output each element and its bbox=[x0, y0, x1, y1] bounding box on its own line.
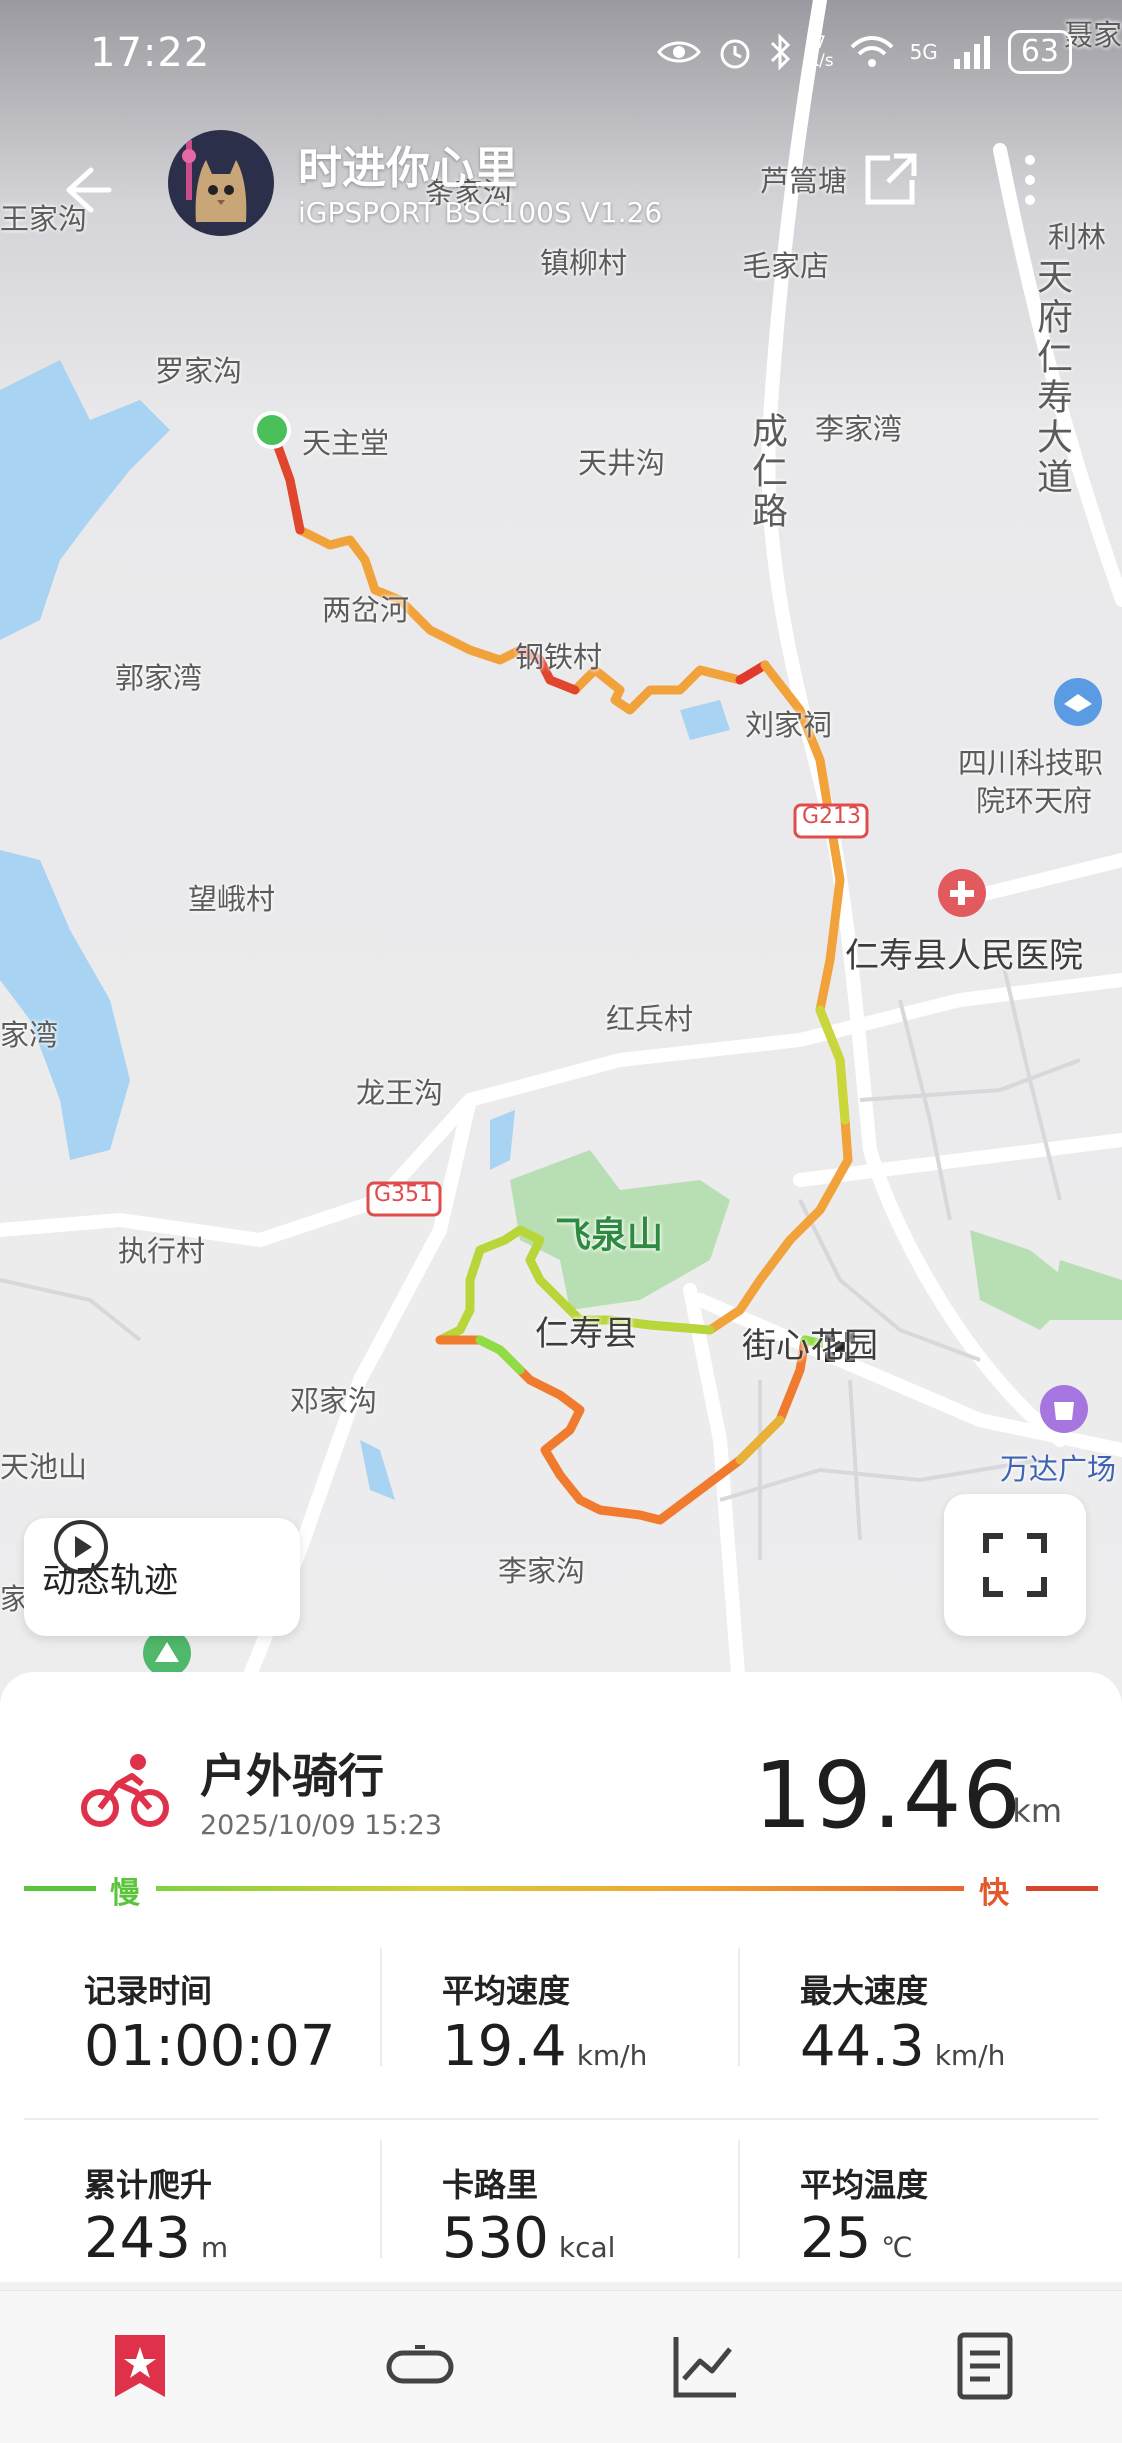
activity-type: 户外骑行 bbox=[200, 1749, 384, 1803]
road-shield-label: G213 bbox=[802, 804, 862, 829]
slow-label: 慢 bbox=[110, 1876, 140, 1911]
activity-datetime: 2025/10/09 15:23 bbox=[200, 1810, 443, 1841]
map-label: 李家沟 bbox=[498, 1554, 586, 1588]
fullscreen-button[interactable] bbox=[944, 1494, 1086, 1636]
map-label: 执行村 bbox=[118, 1234, 206, 1268]
eye-icon bbox=[656, 41, 701, 63]
share-icon[interactable] bbox=[860, 150, 920, 210]
mall-pin-icon bbox=[1040, 1385, 1088, 1433]
road-shield-label: G351 bbox=[374, 1182, 434, 1207]
bluetooth-icon bbox=[770, 33, 790, 71]
stat-max-speed: 最大速度 44.3 km/h bbox=[800, 1972, 1006, 2079]
map-label: 街心花园 bbox=[742, 1326, 878, 1366]
map-label: 钢铁村 bbox=[515, 640, 603, 674]
map-label: 院环天府 bbox=[976, 784, 1093, 818]
more-vertical-icon[interactable] bbox=[1010, 150, 1050, 210]
status-time: 17:22 bbox=[90, 30, 211, 76]
map-label: 成仁路 bbox=[746, 412, 787, 532]
map-label: 天府仁寿大道 bbox=[1031, 258, 1072, 498]
play-circle-icon bbox=[54, 1520, 108, 1574]
park-pin-icon bbox=[143, 1629, 191, 1677]
back-arrow-icon[interactable] bbox=[55, 160, 115, 220]
page-header: 时进你心里 iGPSPORT BSC100S V1.26 bbox=[0, 120, 1122, 250]
stat-avg-speed: 平均速度 19.4 km/h bbox=[442, 1972, 648, 2079]
activity-summary-card: 户外骑行 2025/10/09 15:23 19.46 km 慢 快 记录时间 … bbox=[0, 1672, 1122, 2282]
map-label: 天池山 bbox=[0, 1450, 88, 1484]
map-label: 邓家沟 bbox=[290, 1384, 378, 1418]
map-label: 万达广场 bbox=[1000, 1452, 1117, 1486]
status-bar: 17:22 7 K/s 5G 63 bbox=[0, 0, 1122, 110]
cat-avatar-icon bbox=[168, 130, 274, 236]
signal-type: 5G bbox=[909, 40, 938, 64]
map-label: 家湾 bbox=[0, 1018, 59, 1052]
tab-document-icon[interactable] bbox=[950, 2331, 1020, 2401]
school-pin-icon bbox=[1054, 678, 1102, 726]
fullscreen-icon bbox=[983, 1533, 1047, 1597]
map-label: 望峨村 bbox=[188, 882, 276, 916]
bottom-tab-bar bbox=[0, 2290, 1122, 2443]
wifi-icon bbox=[850, 36, 893, 67]
dynamic-track-button[interactable]: 动态轨迹 bbox=[24, 1518, 300, 1636]
start-marker bbox=[253, 411, 291, 449]
map-label: 郭家湾 bbox=[115, 661, 203, 695]
stat-avg-temp: 平均温度 25 ℃ bbox=[800, 2166, 929, 2271]
header-title: 时进你心里 bbox=[298, 143, 518, 194]
net-speed: 7 K/s bbox=[807, 33, 834, 71]
device-subtitle: iGPSPORT BSC100S V1.26 bbox=[298, 196, 663, 229]
route-map[interactable]: 聂家 王家沟 条家沟 芦篙塘 镇柳村 毛家店 利林 天府仁寿大道 罗家沟 天主堂… bbox=[0, 0, 1122, 1700]
alarm-icon bbox=[720, 39, 750, 69]
total-distance: 19.46 bbox=[753, 1742, 1022, 1849]
stat-duration: 记录时间 01:00:07 bbox=[84, 1972, 336, 2079]
map-label: 飞泉山 bbox=[555, 1215, 664, 1256]
map-label: 李家湾 bbox=[815, 412, 903, 446]
map-label: 两岔河 bbox=[322, 593, 410, 627]
map-label: 仁寿县人民医院 bbox=[845, 936, 1083, 976]
map-label: 天主堂 bbox=[302, 426, 390, 460]
map-label: 天井沟 bbox=[578, 446, 666, 480]
signal-icon bbox=[953, 36, 990, 69]
map-label: 仁寿县 bbox=[535, 1314, 637, 1354]
stat-climb: 累计爬升 243 m bbox=[84, 2166, 229, 2271]
fast-label: 快 bbox=[979, 1876, 1009, 1911]
map-label: 龙王沟 bbox=[356, 1076, 444, 1110]
map-label: 罗家沟 bbox=[155, 354, 243, 388]
map-label: 刘家祠 bbox=[745, 708, 833, 742]
speed-legend: 慢 快 bbox=[24, 1868, 1098, 1911]
hospital-pin-icon bbox=[938, 869, 986, 917]
tab-device-icon[interactable] bbox=[385, 2331, 455, 2401]
map-label: 四川科技职 bbox=[958, 746, 1104, 780]
battery-level: 63 bbox=[1007, 30, 1072, 74]
tab-favorite-icon[interactable] bbox=[105, 2331, 175, 2401]
avatar[interactable] bbox=[168, 130, 274, 236]
tab-chart-icon[interactable] bbox=[670, 2331, 740, 2401]
map-label: 红兵村 bbox=[606, 1002, 694, 1036]
stat-calories: 卡路里 530 kcal bbox=[442, 2166, 616, 2271]
cycling-icon bbox=[81, 1754, 169, 1827]
distance-unit: km bbox=[1012, 1792, 1062, 1830]
stats-grid: 记录时间 01:00:07 平均速度 19.4 km/h 最大速度 44.3 km/… bbox=[24, 1928, 1098, 2310]
